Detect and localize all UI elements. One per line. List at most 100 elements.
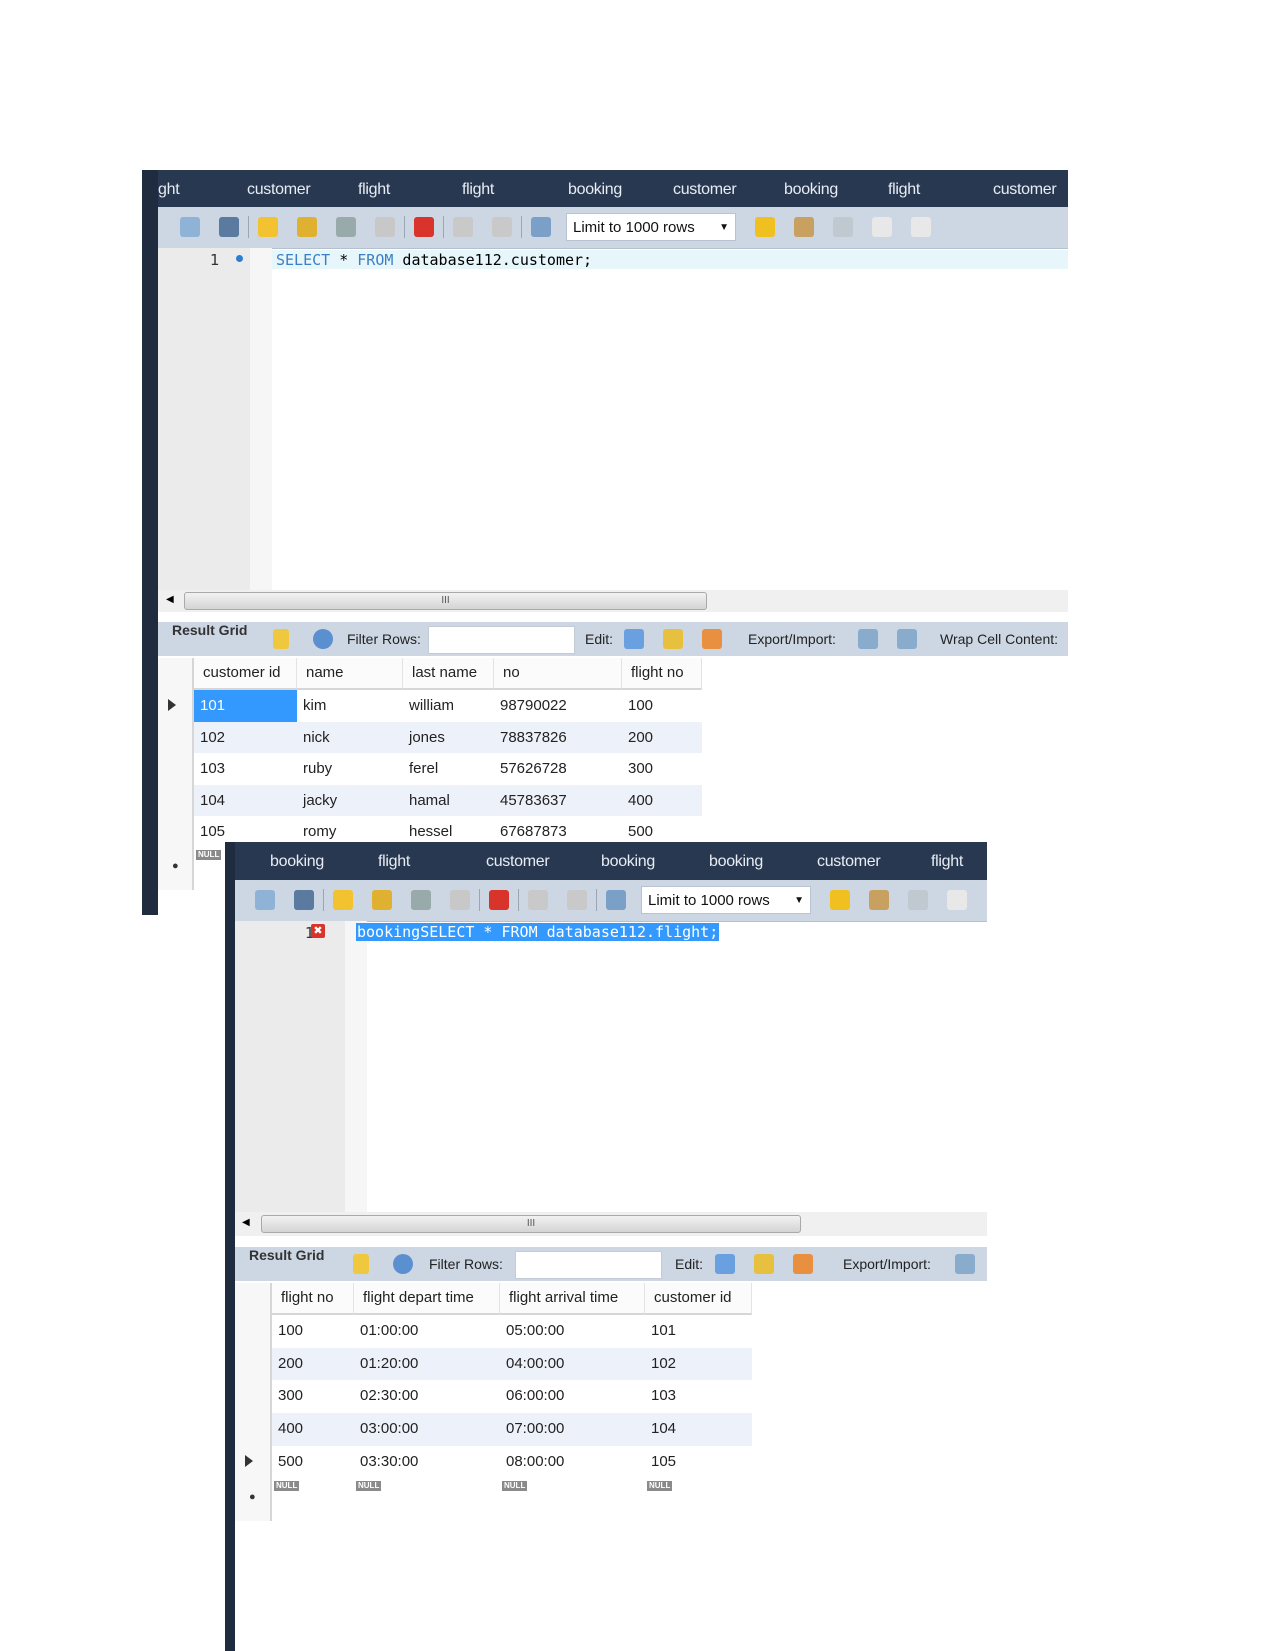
panel2-tab-flight[interactable]: flight (931, 853, 963, 871)
beautify-icon[interactable] (794, 217, 814, 237)
import-icon[interactable] (897, 629, 917, 649)
find-icon[interactable] (833, 217, 853, 237)
panel1-tab-ght[interactable]: ght (158, 181, 180, 199)
explain-icon[interactable] (411, 890, 431, 910)
panel2-limit-rows-select[interactable]: Limit to 1000 rows ▼ (641, 886, 811, 914)
panel2-tab-customer[interactable]: customer (486, 853, 550, 871)
invisible-chars-icon[interactable] (947, 890, 967, 910)
stop-icon[interactable] (375, 217, 395, 237)
panel2-error-icon[interactable]: ✖ (311, 924, 325, 938)
toggle-error-icon[interactable] (489, 890, 509, 910)
invisible-chars-icon[interactable] (872, 217, 892, 237)
result-grid-icon[interactable] (353, 1254, 369, 1274)
panel2-tab-booking[interactable]: booking (270, 853, 324, 871)
panel2-column-header[interactable]: flight no (272, 1283, 354, 1315)
save-icon[interactable] (219, 217, 239, 237)
panel1-tab-flight[interactable]: flight (358, 181, 390, 199)
panel1-table-cell[interactable]: 78837826 (494, 722, 622, 754)
stop-icon[interactable] (450, 890, 470, 910)
execute-current-icon[interactable] (297, 217, 317, 237)
panel1-table-cell[interactable]: 104 (194, 785, 297, 817)
panel2-table-cell[interactable]: 102 (645, 1348, 752, 1381)
refresh-icon[interactable] (313, 629, 333, 649)
panel2-table-cell[interactable]: 04:00:00 (500, 1348, 645, 1381)
panel2-table-cell[interactable]: 01:00:00 (354, 1315, 500, 1348)
scroll-left-icon[interactable]: ◀ (166, 594, 174, 605)
execute-current-icon[interactable] (372, 890, 392, 910)
panel2-table-cell[interactable]: 06:00:00 (500, 1380, 645, 1413)
panel2-column-header[interactable]: flight depart time (354, 1283, 500, 1315)
panel2-table-cell[interactable]: 100 (272, 1315, 354, 1348)
panel1-table-cell[interactable]: 98790022 (494, 690, 622, 722)
export-icon[interactable] (858, 629, 878, 649)
autocommit-icon[interactable] (606, 890, 626, 910)
autocommit-icon[interactable] (531, 217, 551, 237)
panel1-filter-rows-input[interactable] (428, 626, 575, 654)
panel1-table-cell[interactable]: ruby (297, 753, 403, 785)
panel1-table-cell[interactable]: kim (297, 690, 403, 722)
panel1-tab-customer[interactable]: customer (673, 181, 737, 199)
panel1-tab-customer[interactable]: customer (993, 181, 1057, 199)
panel1-table-cell[interactable]: 200 (622, 722, 702, 754)
delete-row-icon[interactable] (702, 629, 722, 649)
panel2-table-cell[interactable]: 03:00:00 (354, 1413, 500, 1446)
panel1-column-header[interactable]: no (494, 658, 622, 690)
panel2-table-cell[interactable]: 05:00:00 (500, 1315, 645, 1348)
panel2-table-cell[interactable]: 400 (272, 1413, 354, 1446)
panel1-table-cell[interactable]: 45783637 (494, 785, 622, 817)
execute-icon[interactable] (258, 217, 278, 237)
panel2-table-cell[interactable]: 103 (645, 1380, 752, 1413)
result-grid-icon[interactable] (273, 629, 289, 649)
bookmark-star-icon[interactable] (830, 890, 850, 910)
panel1-column-header[interactable]: customer id (194, 658, 297, 690)
panel1-tab-customer[interactable]: customer (247, 181, 311, 199)
panel1-tab-booking[interactable]: booking (568, 181, 622, 199)
panel2-table-cell[interactable]: 01:20:00 (354, 1348, 500, 1381)
panel2-table-cell[interactable]: 02:30:00 (354, 1380, 500, 1413)
add-row-icon[interactable] (754, 1254, 774, 1274)
refresh-icon[interactable] (393, 1254, 413, 1274)
panel1-table-cell[interactable]: nick (297, 722, 403, 754)
panel2-sql-editor[interactable]: bookingSELECT * FROM database112.flight; (356, 923, 720, 941)
execute-icon[interactable] (333, 890, 353, 910)
panel2-table-cell[interactable]: 500 (272, 1446, 354, 1479)
beautify-icon[interactable] (869, 890, 889, 910)
panel2-table-cell[interactable]: 07:00:00 (500, 1413, 645, 1446)
panel2-table-cell[interactable]: 104 (645, 1413, 752, 1446)
panel1-table-cell[interactable]: william (403, 690, 494, 722)
panel1-table-cell[interactable]: 57626728 (494, 753, 622, 785)
panel1-table-cell[interactable]: jacky (297, 785, 403, 817)
panel2-table-cell[interactable]: 101 (645, 1315, 752, 1348)
panel2-column-header[interactable]: flight arrival time (500, 1283, 645, 1315)
panel1-table-cell[interactable]: jones (403, 722, 494, 754)
panel1-table-cell[interactable]: 100 (622, 690, 702, 722)
scroll-left-icon[interactable]: ◀ (242, 1217, 250, 1228)
panel1-tab-flight[interactable]: flight (888, 181, 920, 199)
panel2-result-grid-tab[interactable]: Result Grid (249, 1247, 324, 1263)
panel2-filter-rows-input[interactable] (515, 1251, 662, 1279)
panel2-table-cell[interactable]: 03:30:00 (354, 1446, 500, 1479)
edit-cell-icon[interactable] (715, 1254, 735, 1274)
bookmark-star-icon[interactable] (755, 217, 775, 237)
panel1-column-header[interactable]: flight no (622, 658, 702, 690)
commit-icon[interactable] (528, 890, 548, 910)
panel1-tab-flight[interactable]: flight (462, 181, 494, 199)
panel2-table-cell[interactable]: 105 (645, 1446, 752, 1479)
panel2-table-cell[interactable]: 200 (272, 1348, 354, 1381)
add-row-icon[interactable] (663, 629, 683, 649)
find-icon[interactable] (908, 890, 928, 910)
panel2-scroll-thumb[interactable]: III (261, 1215, 801, 1233)
panel1-table-cell[interactable]: 102 (194, 722, 297, 754)
panel2-tab-booking[interactable]: booking (709, 853, 763, 871)
panel1-table-cell[interactable]: 101 (194, 690, 297, 722)
panel1-table-cell[interactable]: 300 (622, 753, 702, 785)
panel1-scroll-thumb[interactable]: III (184, 592, 707, 610)
panel2-column-header[interactable]: customer id (645, 1283, 752, 1315)
save-icon[interactable] (294, 890, 314, 910)
export-icon[interactable] (955, 1254, 975, 1274)
panel1-table-cell[interactable]: ferel (403, 753, 494, 785)
panel2-tab-flight[interactable]: flight (378, 853, 410, 871)
panel1-result-grid-tab[interactable]: Result Grid (172, 622, 247, 638)
panel1-table-cell[interactable]: hamal (403, 785, 494, 817)
panel1-column-header[interactable]: name (297, 658, 403, 690)
